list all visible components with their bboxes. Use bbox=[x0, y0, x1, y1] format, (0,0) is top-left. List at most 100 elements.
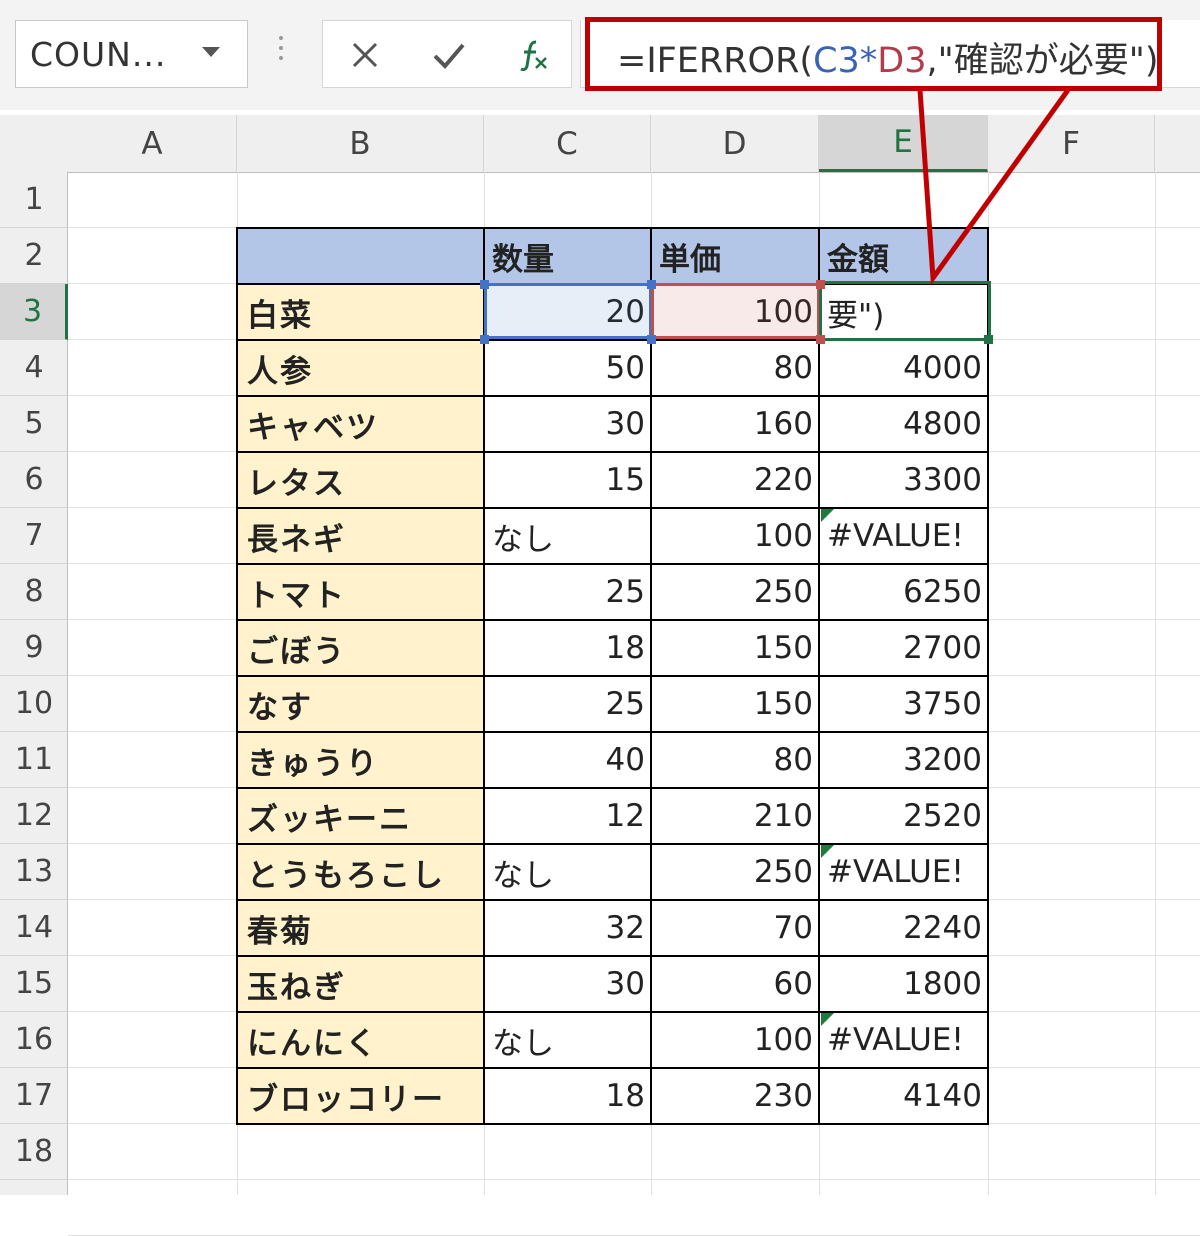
unit-price-cell[interactable]: 150 bbox=[651, 676, 819, 732]
quantity-cell[interactable]: 30 bbox=[484, 956, 651, 1012]
column-header-b[interactable]: B bbox=[237, 115, 484, 172]
row-header-8[interactable]: 8 bbox=[0, 564, 68, 620]
resize-handle[interactable] bbox=[816, 335, 825, 344]
unit-price-cell[interactable]: 230 bbox=[651, 1068, 819, 1124]
quantity-cell[interactable]: 20 bbox=[484, 284, 651, 340]
quantity-cell[interactable]: 40 bbox=[484, 732, 651, 788]
resize-handle[interactable] bbox=[647, 280, 656, 289]
item-name-cell[interactable]: レタス bbox=[237, 452, 484, 508]
quantity-cell[interactable]: なし bbox=[484, 844, 651, 900]
quantity-cell[interactable]: 25 bbox=[484, 564, 651, 620]
amount-cell[interactable]: 3300 bbox=[819, 452, 988, 508]
drag-handle-icon[interactable] bbox=[278, 36, 284, 70]
row-header-2[interactable]: 2 bbox=[0, 228, 68, 284]
unit-price-cell[interactable]: 210 bbox=[651, 788, 819, 844]
item-name-cell[interactable]: とうもろこし bbox=[237, 844, 484, 900]
item-name-cell[interactable]: 玉ねぎ bbox=[237, 956, 484, 1012]
amount-cell[interactable]: 2240 bbox=[819, 900, 988, 956]
item-name-cell[interactable]: ごぼう bbox=[237, 620, 484, 676]
row-header-16[interactable]: 16 bbox=[0, 1012, 68, 1068]
amount-cell[interactable]: #VALUE! bbox=[819, 508, 988, 564]
resize-handle[interactable] bbox=[647, 335, 656, 344]
resize-handle[interactable] bbox=[816, 280, 825, 289]
unit-price-cell[interactable]: 100 bbox=[651, 1012, 819, 1068]
amount-cell[interactable]: 3200 bbox=[819, 732, 988, 788]
unit-price-cell[interactable]: 100 bbox=[651, 284, 819, 340]
unit-price-cell[interactable]: 160 bbox=[651, 396, 819, 452]
row-header-7[interactable]: 7 bbox=[0, 508, 68, 564]
row-header-14[interactable]: 14 bbox=[0, 900, 68, 956]
row-header-1[interactable]: 1 bbox=[0, 172, 68, 228]
quantity-cell[interactable]: 12 bbox=[484, 788, 651, 844]
unit-price-cell[interactable]: 150 bbox=[651, 620, 819, 676]
check-icon[interactable] bbox=[419, 21, 479, 89]
resize-handle[interactable] bbox=[984, 335, 993, 344]
unit-price-cell[interactable]: 220 bbox=[651, 452, 819, 508]
column-header-f[interactable]: F bbox=[988, 115, 1155, 172]
item-name-cell[interactable]: 春菊 bbox=[237, 900, 484, 956]
amount-cell[interactable]: 2700 bbox=[819, 620, 988, 676]
name-box[interactable]: COUN... bbox=[15, 20, 248, 88]
table-header-cell[interactable]: 単価 bbox=[651, 228, 819, 284]
quantity-cell[interactable]: 25 bbox=[484, 676, 651, 732]
row-header-11[interactable]: 11 bbox=[0, 732, 68, 788]
row-header-3[interactable]: 3 bbox=[0, 284, 68, 340]
column-header-c[interactable]: C bbox=[484, 115, 651, 172]
row-header-4[interactable]: 4 bbox=[0, 340, 68, 396]
quantity-cell[interactable]: なし bbox=[484, 508, 651, 564]
amount-cell[interactable]: 4000 bbox=[819, 340, 988, 396]
amount-cell[interactable]: 6250 bbox=[819, 564, 988, 620]
unit-price-cell[interactable]: 70 bbox=[651, 900, 819, 956]
row-header-5[interactable]: 5 bbox=[0, 396, 68, 452]
row-header-13[interactable]: 13 bbox=[0, 844, 68, 900]
amount-cell[interactable]: 要") bbox=[819, 284, 988, 340]
column-header-e[interactable]: E bbox=[819, 115, 988, 172]
table-header-cell[interactable] bbox=[237, 228, 484, 284]
quantity-cell[interactable]: 15 bbox=[484, 452, 651, 508]
item-name-cell[interactable]: 人参 bbox=[237, 340, 484, 396]
amount-cell[interactable]: 4800 bbox=[819, 396, 988, 452]
unit-price-cell[interactable]: 250 bbox=[651, 564, 819, 620]
quantity-cell[interactable]: 18 bbox=[484, 620, 651, 676]
resize-handle[interactable] bbox=[480, 280, 489, 289]
row-header-6[interactable]: 6 bbox=[0, 452, 68, 508]
row-header-18[interactable]: 18 bbox=[0, 1124, 68, 1180]
quantity-cell[interactable]: 32 bbox=[484, 900, 651, 956]
item-name-cell[interactable]: ズッキーニ bbox=[237, 788, 484, 844]
table-header-cell[interactable]: 数量 bbox=[484, 228, 651, 284]
amount-cell[interactable]: 3750 bbox=[819, 676, 988, 732]
close-icon[interactable] bbox=[335, 21, 395, 89]
unit-price-cell[interactable]: 80 bbox=[651, 340, 819, 396]
amount-cell[interactable]: 1800 bbox=[819, 956, 988, 1012]
unit-price-cell[interactable]: 80 bbox=[651, 732, 819, 788]
chevron-down-icon[interactable] bbox=[202, 47, 220, 57]
row-header-15[interactable]: 15 bbox=[0, 956, 68, 1012]
function-icon[interactable] bbox=[503, 21, 563, 89]
item-name-cell[interactable]: 長ネギ bbox=[237, 508, 484, 564]
item-name-cell[interactable]: にんにく bbox=[237, 1012, 484, 1068]
item-name-cell[interactable]: キャベツ bbox=[237, 396, 484, 452]
quantity-cell[interactable]: なし bbox=[484, 1012, 651, 1068]
unit-price-cell[interactable]: 250 bbox=[651, 844, 819, 900]
item-name-cell[interactable]: トマト bbox=[237, 564, 484, 620]
column-header-a[interactable]: A bbox=[68, 115, 237, 172]
quantity-cell[interactable]: 30 bbox=[484, 396, 651, 452]
row-header-17[interactable]: 17 bbox=[0, 1068, 68, 1124]
item-name-cell[interactable]: きゅうり bbox=[237, 732, 484, 788]
amount-cell[interactable]: 4140 bbox=[819, 1068, 988, 1124]
amount-cell[interactable]: 2520 bbox=[819, 788, 988, 844]
row-header-12[interactable]: 12 bbox=[0, 788, 68, 844]
column-header-d[interactable]: D bbox=[651, 115, 819, 172]
unit-price-cell[interactable]: 60 bbox=[651, 956, 819, 1012]
quantity-cell[interactable]: 50 bbox=[484, 340, 651, 396]
item-name-cell[interactable]: 白菜 bbox=[237, 284, 484, 340]
unit-price-cell[interactable]: 100 bbox=[651, 508, 819, 564]
item-name-cell[interactable]: なす bbox=[237, 676, 484, 732]
row-header-9[interactable]: 9 bbox=[0, 620, 68, 676]
resize-handle[interactable] bbox=[480, 335, 489, 344]
quantity-cell[interactable]: 18 bbox=[484, 1068, 651, 1124]
item-name-cell[interactable]: ブロッコリー bbox=[237, 1068, 484, 1124]
table-header-cell[interactable]: 金額 bbox=[819, 228, 988, 284]
amount-cell[interactable]: #VALUE! bbox=[819, 844, 988, 900]
amount-cell[interactable]: #VALUE! bbox=[819, 1012, 988, 1068]
